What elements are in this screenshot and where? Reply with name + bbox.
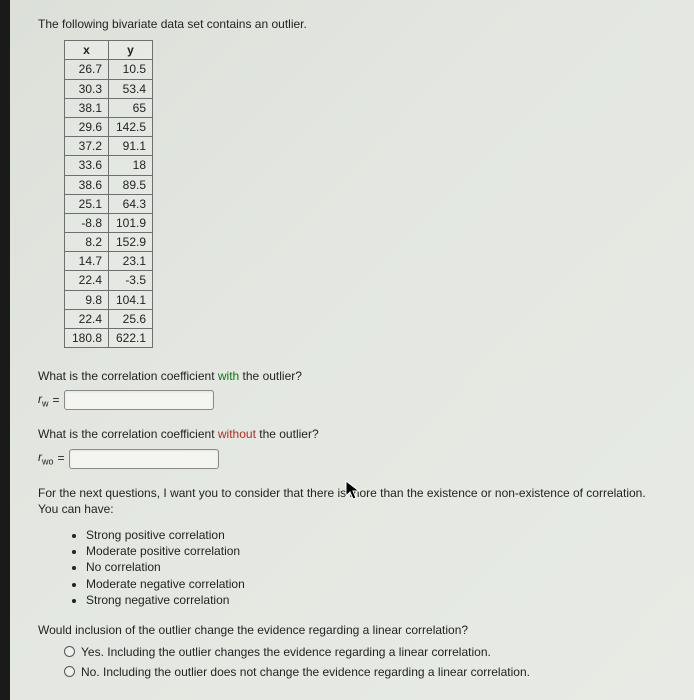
- with-word: with: [218, 369, 239, 383]
- cell-x: 38.6: [65, 175, 109, 194]
- cell-x: -8.8: [65, 213, 109, 232]
- cell-x: 22.4: [65, 271, 109, 290]
- cell-x: 38.1: [65, 98, 109, 117]
- answer-row-rwo: rwo =: [38, 449, 668, 469]
- table-row: 37.291.1: [65, 137, 153, 156]
- cell-y: 152.9: [109, 233, 153, 252]
- cell-y: 101.9: [109, 213, 153, 232]
- correlation-types-list: Strong positive correlation Moderate pos…: [38, 527, 668, 608]
- cell-y: 104.1: [109, 290, 153, 309]
- cell-x: 37.2: [65, 137, 109, 156]
- table-row: 25.164.3: [65, 194, 153, 213]
- cell-y: 89.5: [109, 175, 153, 194]
- cell-y: 622.1: [109, 329, 153, 348]
- cell-x: 33.6: [65, 156, 109, 175]
- cell-y: -3.5: [109, 271, 153, 290]
- cell-x: 26.7: [65, 60, 109, 79]
- q2-post: the outlier?: [256, 427, 319, 441]
- table-row: -8.8101.9: [65, 213, 153, 232]
- equals: =: [53, 392, 60, 408]
- cell-y: 23.1: [109, 252, 153, 271]
- table-row: 8.2152.9: [65, 233, 153, 252]
- cell-x: 30.3: [65, 79, 109, 98]
- cell-y: 64.3: [109, 194, 153, 213]
- cell-x: 9.8: [65, 290, 109, 309]
- data-table: x y 26.710.5 30.353.4 38.165 29.6142.5 3…: [64, 40, 153, 348]
- cell-x: 25.1: [65, 194, 109, 213]
- cell-y: 53.4: [109, 79, 153, 98]
- option-yes-label: Yes. Including the outlier changes the e…: [81, 644, 491, 660]
- answer-row-rw: rw =: [38, 390, 668, 410]
- col-header-y: y: [109, 41, 153, 60]
- question-without-outlier: What is the correlation coefficient with…: [38, 426, 668, 442]
- rw-symbol: rw: [38, 391, 49, 410]
- list-item: No correlation: [86, 559, 668, 575]
- table-row: 26.710.5: [65, 60, 153, 79]
- table-row: 9.8104.1: [65, 290, 153, 309]
- table-row: 180.8622.1: [65, 329, 153, 348]
- cell-x: 29.6: [65, 117, 109, 136]
- cell-y: 65: [109, 98, 153, 117]
- option-no-label: No. Including the outlier does not chang…: [81, 664, 530, 680]
- list-item: Strong positive correlation: [86, 527, 668, 543]
- cell-y: 18: [109, 156, 153, 175]
- radio-icon[interactable]: [64, 666, 75, 677]
- radio-group: Yes. Including the outlier changes the e…: [64, 644, 668, 680]
- q2-pre: What is the correlation coefficient: [38, 427, 218, 441]
- question-with-outlier: What is the correlation coefficient with…: [38, 368, 668, 384]
- table-row: 22.4-3.5: [65, 271, 153, 290]
- option-no[interactable]: No. Including the outlier does not chang…: [64, 664, 668, 680]
- list-item: Moderate positive correlation: [86, 543, 668, 559]
- cell-y: 25.6: [109, 309, 153, 328]
- equals: =: [58, 450, 65, 466]
- table-row: 30.353.4: [65, 79, 153, 98]
- cell-x: 14.7: [65, 252, 109, 271]
- list-item: Moderate negative correlation: [86, 576, 668, 592]
- cell-y: 91.1: [109, 137, 153, 156]
- table-row: 33.618: [65, 156, 153, 175]
- cell-x: 22.4: [65, 309, 109, 328]
- table-row: 38.689.5: [65, 175, 153, 194]
- table-row: 22.425.6: [65, 309, 153, 328]
- cell-x: 8.2: [65, 233, 109, 252]
- cell-y: 142.5: [109, 117, 153, 136]
- intro-text: The following bivariate data set contain…: [38, 16, 668, 32]
- col-header-x: x: [65, 41, 109, 60]
- question-page: The following bivariate data set contain…: [10, 0, 694, 700]
- consider-paragraph: For the next questions, I want you to co…: [38, 485, 668, 517]
- rw-input[interactable]: [64, 390, 214, 410]
- list-item: Strong negative correlation: [86, 592, 668, 608]
- table-row: 29.6142.5: [65, 117, 153, 136]
- rwo-input[interactable]: [69, 449, 219, 469]
- cell-y: 10.5: [109, 60, 153, 79]
- q1-pre: What is the correlation coefficient: [38, 369, 218, 383]
- cell-x: 180.8: [65, 329, 109, 348]
- table-row: 14.723.1: [65, 252, 153, 271]
- q1-post: the outlier?: [239, 369, 302, 383]
- rwo-symbol: rwo: [38, 449, 54, 468]
- question-inclusion: Would inclusion of the outlier change th…: [38, 622, 668, 638]
- radio-icon[interactable]: [64, 646, 75, 657]
- without-word: without: [218, 427, 256, 441]
- table-row: 38.165: [65, 98, 153, 117]
- option-yes[interactable]: Yes. Including the outlier changes the e…: [64, 644, 668, 660]
